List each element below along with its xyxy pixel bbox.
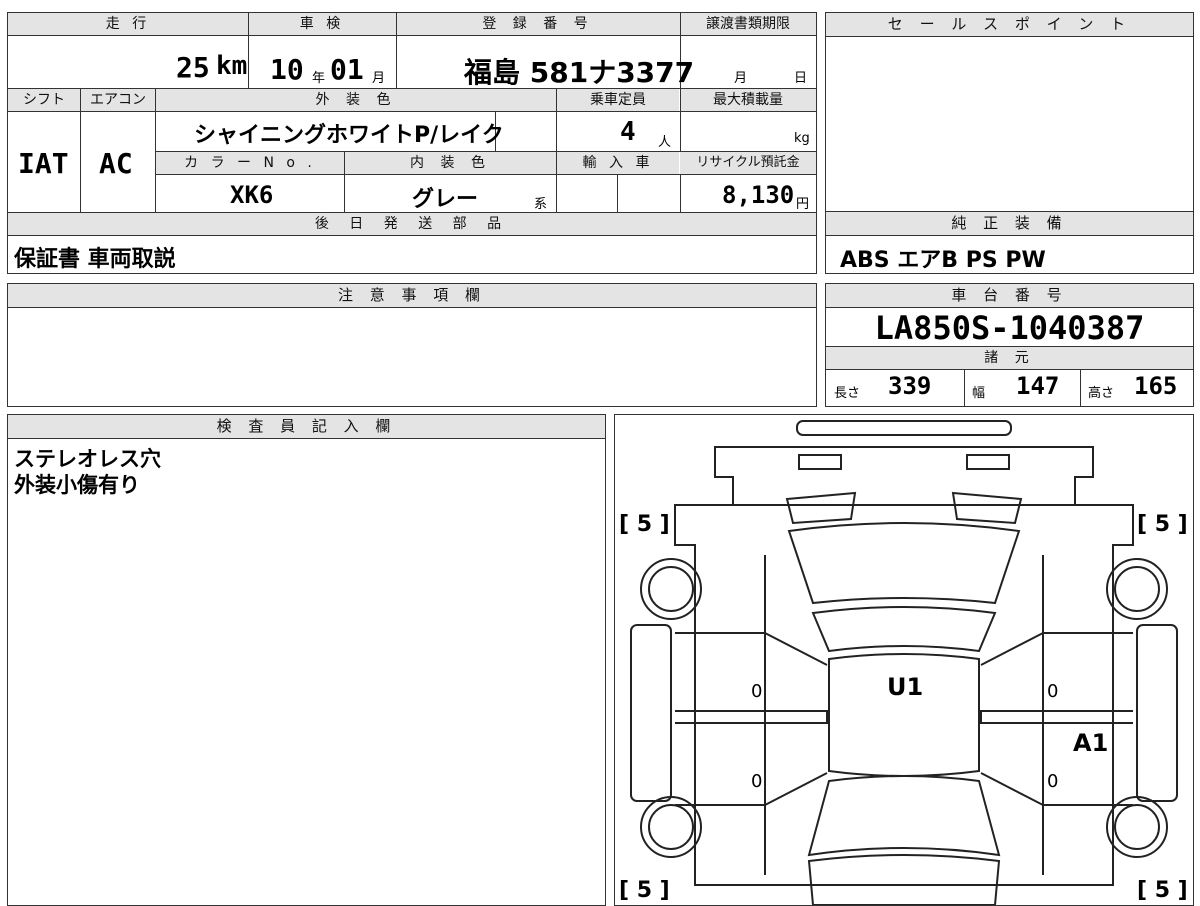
height-value: 165	[1134, 372, 1178, 400]
interior-color-suffix: 系	[534, 197, 548, 212]
transfer-month-unit: 月	[734, 71, 748, 86]
equipment-title: 純 正 装 備	[826, 212, 1193, 236]
shift-value: IAT	[18, 147, 69, 180]
interior-color-value: グレー	[412, 187, 479, 212]
sales-point-box: セ ー ル ス ポ イ ン ト	[825, 12, 1194, 212]
car-diagram: [ 5 ] [ 5 ] [ 5 ] [ 5 ] U1 A1 0 0 0 0	[619, 420, 1188, 905]
color-no-label: カ ラ ー N o .	[156, 152, 344, 174]
inspection-year-unit: 年	[312, 71, 326, 86]
capacity-unit: 人	[658, 135, 672, 150]
capacity-label: 乗車定員	[557, 89, 679, 111]
equipment-box: 純 正 装 備 ABS エアB PS PW	[825, 211, 1194, 274]
car-diagram-box: [ 5 ] [ 5 ] [ 5 ] [ 5 ] U1 A1 0 0 0 0	[614, 414, 1194, 906]
interior-color-label: 内 装 色	[345, 152, 556, 174]
inspector-title: 検 査 員 記 入 欄	[8, 415, 605, 439]
notes-title: 注 意 事 項 欄	[8, 284, 816, 308]
recycle-unit: 円	[796, 197, 810, 212]
mileage-label: 走 行	[8, 13, 248, 35]
specs-title: 諸 元	[826, 347, 1193, 369]
import-label: 輸 入 車	[557, 152, 679, 174]
tire-rear-left-label: [ 5 ]	[619, 878, 670, 903]
recycle-label: リサイクル預託金	[680, 152, 816, 174]
length-value: 339	[888, 372, 932, 400]
chassis-title: 車 台 番 号	[826, 284, 1193, 308]
inspection-year: 10	[270, 53, 304, 86]
max-load-unit: kg	[794, 131, 810, 146]
spec-table: 走 行 車 検 登 録 番 号 譲渡書類期限 25 km 10 年 01 月 福…	[7, 12, 817, 274]
shift-label: シフト	[8, 89, 80, 111]
right-door-mark: A1	[1073, 729, 1108, 757]
tire-front-right-label: [ 5 ]	[1137, 512, 1188, 537]
width-value: 147	[1016, 372, 1060, 400]
zero-mark-4: 0	[1047, 771, 1058, 792]
inspection-month: 01	[330, 53, 364, 86]
deferred-parts-value: 保証書 車両取説	[14, 247, 176, 272]
aircon-value: AC	[99, 147, 133, 180]
tire-front-left-label: [ 5 ]	[619, 512, 670, 537]
notes-box: 注 意 事 項 欄	[7, 283, 817, 407]
capacity-value: 4	[620, 117, 636, 147]
sales-point-title: セ ー ル ス ポ イ ン ト	[826, 13, 1193, 37]
inspector-box: 検 査 員 記 入 欄 ステレオレス穴 外装小傷有り	[7, 414, 606, 906]
chassis-box: 車 台 番 号 LA850S-1040387 諸 元 長さ 339 幅 147 …	[825, 283, 1194, 407]
max-load-label: 最大積載量	[680, 89, 816, 111]
recycle-value: 8,130	[722, 181, 795, 209]
inspection-label: 車 検	[248, 13, 396, 35]
zero-mark-3: 0	[1047, 681, 1058, 702]
tire-rear-right-label: [ 5 ]	[1137, 878, 1188, 903]
zero-mark-2: 0	[751, 771, 762, 792]
registration-label: 登 録 番 号	[396, 13, 680, 35]
equipment-value: ABS エアB PS PW	[840, 248, 1046, 273]
roof-mark: U1	[887, 673, 923, 701]
color-no-value: XK6	[230, 181, 274, 209]
exterior-color-label: 外 装 色	[156, 89, 556, 111]
mileage-value: 25	[176, 51, 210, 84]
transfer-deadline-label: 譲渡書類期限	[680, 13, 816, 35]
exterior-color-value: シャイニングホワイトP/レイク	[194, 123, 504, 148]
transfer-day-unit: 日	[794, 71, 808, 86]
registration-number: 福島 581ナ3377	[464, 56, 695, 89]
length-label: 長さ	[834, 386, 861, 401]
width-label: 幅	[972, 386, 986, 401]
aircon-label: エアコン	[81, 89, 155, 111]
mileage-unit: km	[216, 51, 248, 81]
inspector-line-2: 外装小傷有り	[14, 473, 140, 497]
deferred-parts-label: 後 日 発 送 部 品	[8, 213, 816, 235]
height-label: 高さ	[1088, 386, 1115, 401]
zero-mark-1: 0	[751, 681, 762, 702]
inspection-month-unit: 月	[372, 71, 386, 86]
chassis-number: LA850S-1040387	[874, 309, 1145, 347]
